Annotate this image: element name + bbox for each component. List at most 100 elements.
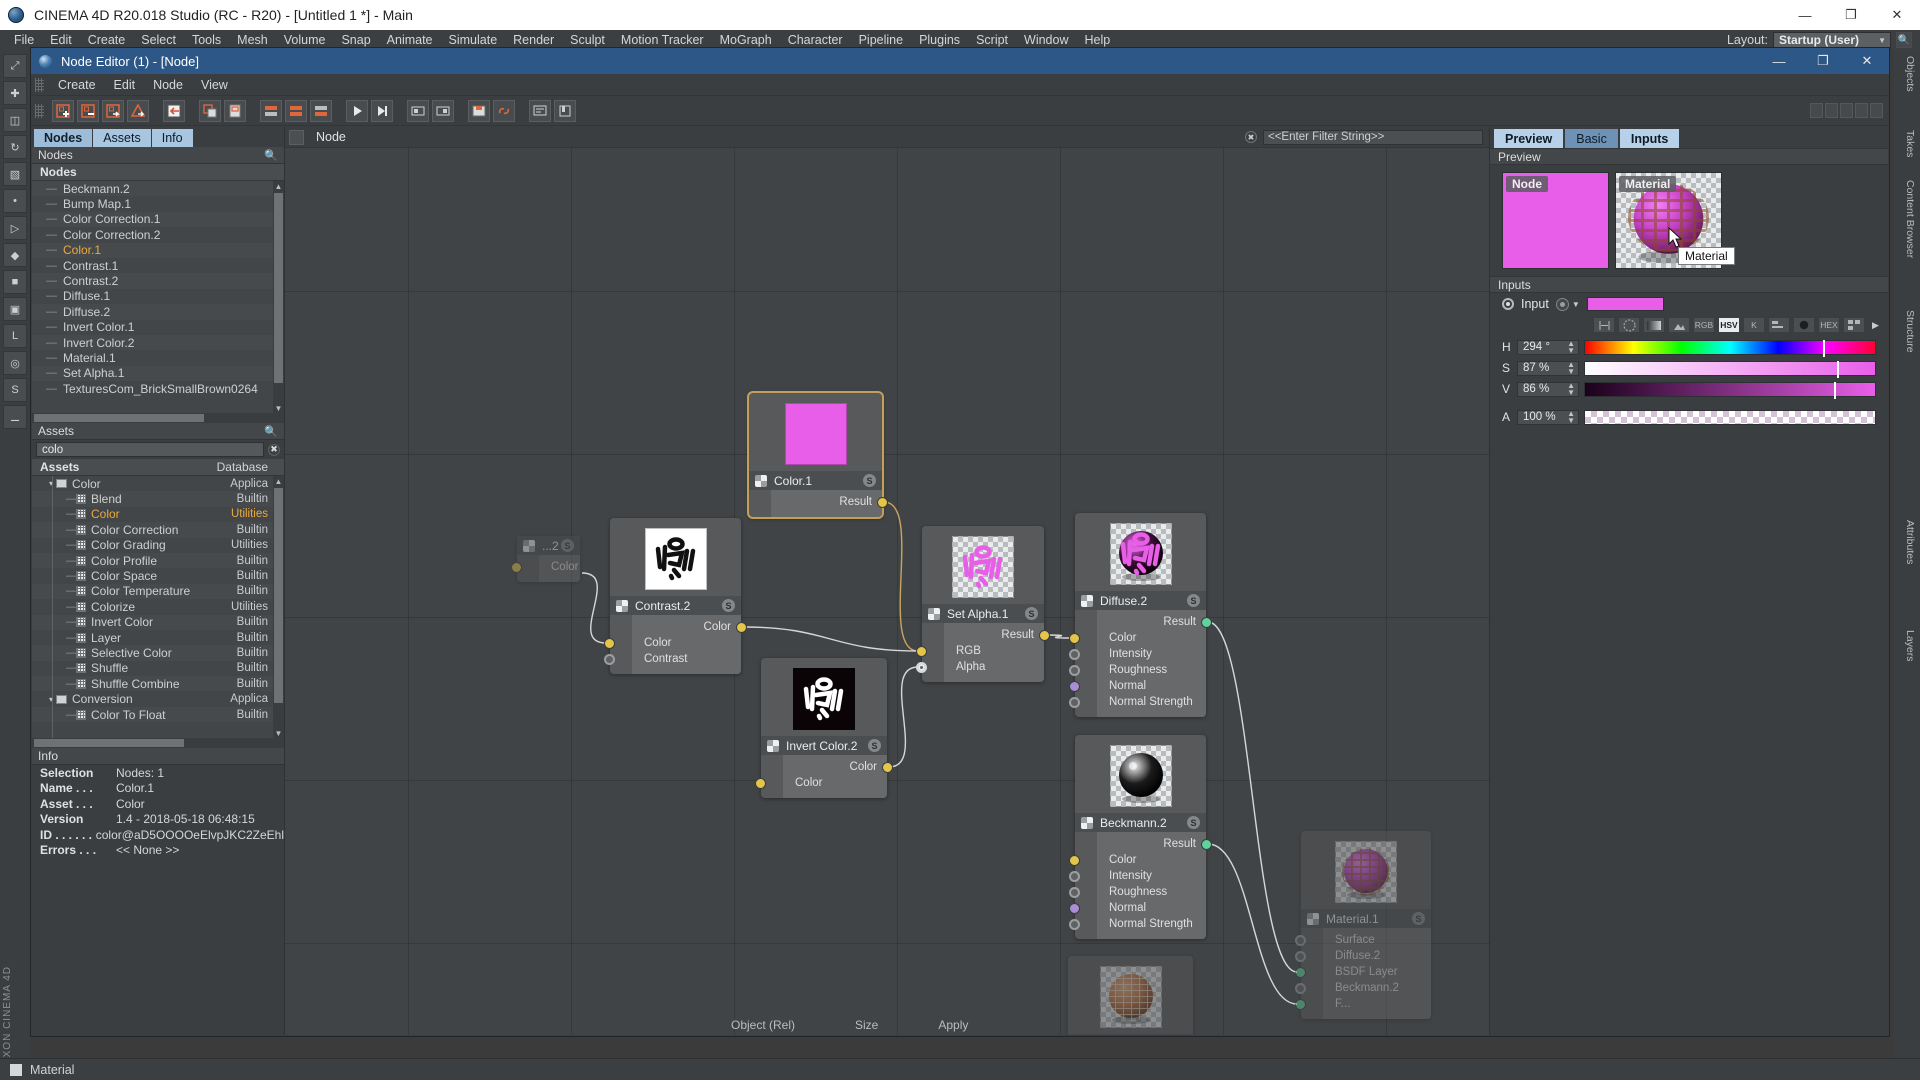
asset-list-item[interactable]: — Blend Builtin (32, 491, 284, 507)
node-input-port[interactable]: F... (1295, 996, 1431, 1012)
tab-assets[interactable]: Assets (93, 129, 151, 147)
port-dot-grey[interactable] (604, 653, 615, 665)
node-input-port[interactable]: Intensity (1069, 868, 1206, 884)
node-input-port[interactable]: Roughness (1069, 662, 1206, 678)
layout-toggle-5-icon[interactable] (1870, 103, 1883, 118)
node-list-item[interactable]: — Color.1 (32, 242, 284, 258)
node-editor-minimize-button[interactable]: — (1757, 48, 1801, 74)
nodes-list-scrollbar[interactable]: ▲ ▼ (273, 181, 284, 413)
node-graph-canvas[interactable]: Color.1 S Result Contrast.2 S Color Color Contr… (285, 148, 1489, 1035)
app-menu-pipeline[interactable]: Pipeline (851, 33, 911, 47)
polygons-mode-icon[interactable]: ◆ (3, 243, 27, 267)
node-output-port[interactable]: Result (1097, 836, 1212, 852)
channel-slider[interactable] (1584, 339, 1876, 357)
assets-search-input[interactable]: colo (36, 442, 264, 457)
app-menu-window[interactable]: Window (1016, 33, 1076, 47)
node-list-item[interactable]: — Color Correction.1 (32, 211, 284, 228)
node-state-badge[interactable]: S (1412, 912, 1425, 925)
app-menu-character[interactable]: Character (780, 33, 851, 47)
tab-nodes[interactable]: Nodes (34, 129, 93, 147)
channel-slider[interactable] (1584, 409, 1876, 425)
port-dot-green[interactable] (1201, 616, 1212, 628)
app-menu-volume[interactable]: Volume (276, 33, 334, 47)
uv-mode-icon[interactable]: L (3, 324, 27, 348)
app-menu-edit[interactable]: Edit (42, 33, 80, 47)
node-header[interactable]: TexturesCom_BrickSmallBrown0264S (1068, 1034, 1193, 1035)
scroll-up-icon[interactable]: ▲ (273, 181, 284, 191)
node-list-item[interactable]: — Invert Color.2 (32, 334, 284, 351)
node-header[interactable]: Diffuse.2 S (1075, 591, 1206, 610)
nodes-scroll-thumb[interactable] (274, 193, 283, 383)
color-mode-k[interactable]: K (1743, 317, 1765, 333)
node-header[interactable]: ...2 S (517, 536, 580, 555)
node-list-item[interactable]: — Color Correction.2 (32, 227, 284, 242)
node-input-port[interactable]: Color (1069, 852, 1206, 868)
align-rows-icon[interactable] (260, 99, 282, 122)
group-nodes-icon[interactable] (199, 99, 221, 122)
snap-icon[interactable]: ◎ (3, 351, 27, 375)
app-menu-mesh[interactable]: Mesh (229, 33, 276, 47)
node-state-badge[interactable]: S (863, 474, 876, 487)
node-state-badge[interactable]: S (722, 599, 735, 612)
asset-list-item[interactable]: — Selective Color Builtin (32, 645, 284, 661)
scale-tool-icon[interactable]: ◫ (3, 108, 27, 132)
node-input-port[interactable]: Normal (1069, 900, 1206, 916)
save-preset-icon[interactable] (468, 99, 490, 122)
input-color-swatch[interactable] (1586, 297, 1664, 311)
menu-view[interactable]: View (192, 78, 237, 92)
asset-list-item[interactable]: ▾ Color Applica (32, 476, 284, 491)
swatch-dropdown-icon[interactable]: ▼ (1572, 300, 1580, 309)
port-dot-yellow[interactable] (511, 561, 522, 573)
graph-node-contrast2[interactable]: Contrast.2 S Color Color Contrast (604, 518, 747, 674)
asset-list-item[interactable]: — Color Utilities (32, 507, 284, 522)
menu-create[interactable]: Create (49, 78, 105, 92)
more-modes-icon[interactable]: ▶ (1872, 320, 1879, 331)
color-mode-gradient-icon[interactable] (1643, 317, 1665, 333)
app-menu-tools[interactable]: Tools (184, 33, 229, 47)
node-list-item[interactable]: — Diffuse.1 (32, 289, 284, 304)
port-dot-yellow[interactable] (882, 761, 893, 773)
node-input-port[interactable]: Intensity (1069, 646, 1206, 662)
node-input-port[interactable]: Alpha (916, 659, 1044, 675)
node-header[interactable]: Color.1 S (749, 471, 882, 490)
port-dot-yellow[interactable] (1039, 629, 1050, 641)
assets-scroll-thumb[interactable] (274, 488, 283, 703)
port-dot-yellow[interactable] (877, 496, 888, 508)
node-list-item[interactable]: — Set Alpha.1 (32, 365, 284, 382)
app-menu-motion-tracker[interactable]: Motion Tracker (613, 33, 712, 47)
channel-value-input[interactable]: 87 % ▲ ▼ (1517, 360, 1579, 376)
move-tool-icon[interactable]: ✚ (3, 81, 27, 105)
app-menu-simulate[interactable]: Simulate (441, 33, 506, 47)
layout-toggle-2-icon[interactable] (1825, 103, 1838, 118)
stepper-icon[interactable]: ▲ ▼ (1567, 410, 1575, 425)
node-list-item[interactable]: — Beckmann.2 (32, 181, 284, 197)
port-dot-grey[interactable] (1295, 982, 1306, 994)
comment-node-icon[interactable] (529, 99, 551, 122)
axis-tool-icon[interactable]: ▧ (3, 162, 27, 186)
color-mode-mixer-icon[interactable] (1768, 317, 1790, 333)
port-dot-green[interactable] (1295, 966, 1306, 978)
slider-marker[interactable] (1834, 381, 1837, 399)
node-output-port[interactable]: Result (944, 627, 1050, 643)
app-menu-select[interactable]: Select (133, 33, 184, 47)
node-input-port[interactable]: Contrast (604, 651, 741, 667)
node-state-badge[interactable]: S (868, 739, 881, 752)
model-mode-icon[interactable]: ■ (3, 270, 27, 294)
channel-value-input[interactable]: 100 % ▲ ▼ (1517, 409, 1579, 425)
port-dot-grey[interactable] (1069, 870, 1080, 882)
color-mode-picker-icon[interactable] (1668, 317, 1690, 333)
node-editor-maximize-button[interactable]: ❐ (1801, 48, 1845, 74)
menu-node[interactable]: Node (144, 78, 192, 92)
node-state-badge[interactable]: S (561, 539, 574, 552)
asset-list-item[interactable]: — Color Temperature Builtin (32, 583, 284, 600)
port-dot-yellow[interactable] (1069, 632, 1080, 644)
fit-view-icon[interactable] (407, 99, 429, 122)
asset-list-item[interactable]: — Color Space Builtin (32, 568, 284, 583)
link-nodes-icon[interactable] (493, 99, 515, 122)
asset-list-item[interactable]: — Shuffle Combine Builtin (32, 676, 284, 692)
port-dot-yellow[interactable] (916, 645, 927, 657)
node-state-badge[interactable]: S (1025, 607, 1038, 620)
color-mode-hsv[interactable]: HSV (1718, 317, 1740, 333)
node-output-port[interactable]: Result (1097, 614, 1212, 630)
node-input-port[interactable]: Beckmann.2 (1295, 980, 1431, 996)
